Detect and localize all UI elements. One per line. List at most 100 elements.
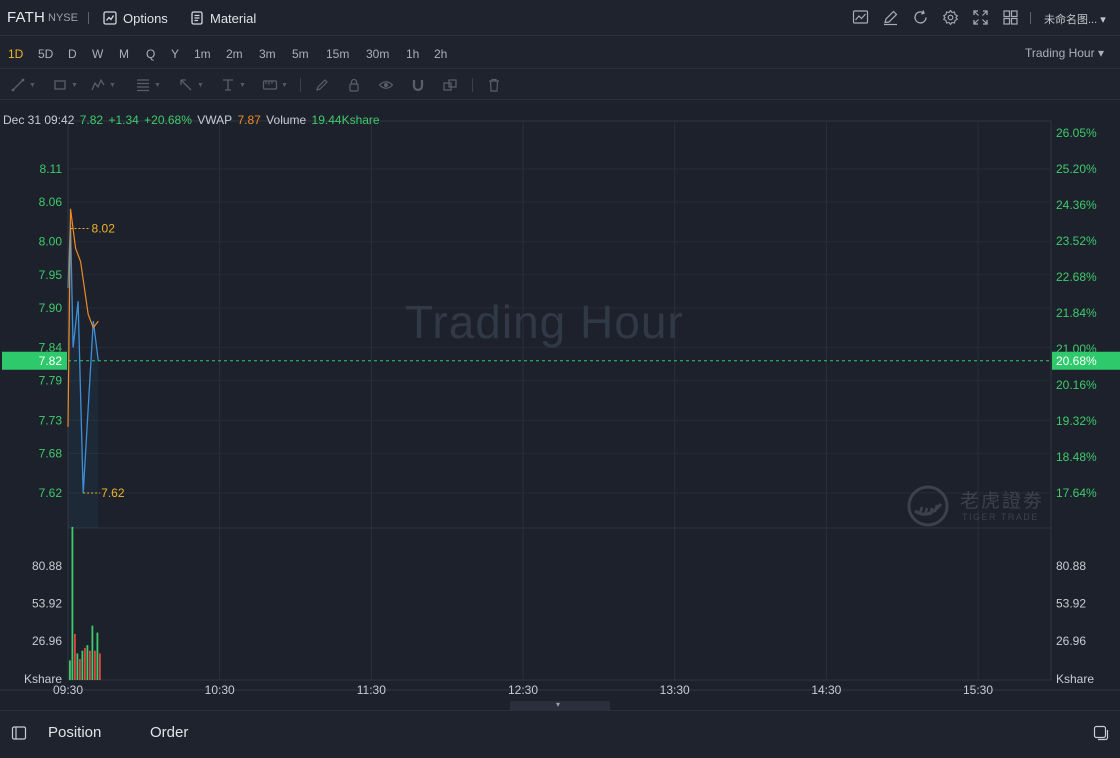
edit-icon[interactable] <box>882 9 899 26</box>
grid-layout-icon[interactable] <box>1002 9 1019 26</box>
percent-axis-label: 25.20% <box>1056 162 1097 176</box>
refresh-icon[interactable] <box>912 9 929 26</box>
magnet-icon[interactable] <box>410 77 426 93</box>
chart-icon[interactable] <box>852 9 869 26</box>
volume-label: Volume <box>266 113 307 127</box>
divider <box>300 78 301 92</box>
volume-bar <box>91 625 94 680</box>
timeframe-m[interactable]: M <box>119 47 129 61</box>
price-chart[interactable]: 8.118.068.007.957.907.847.797.737.687.62… <box>0 101 1120 701</box>
timeframe-1m[interactable]: 1m <box>194 47 211 61</box>
lock-icon[interactable] <box>346 77 362 93</box>
chevron-down-icon: ▾ <box>1100 14 1106 26</box>
price-axis-label: 8.06 <box>39 195 63 209</box>
price-axis-label: 7.95 <box>39 268 63 282</box>
volume-bar <box>89 650 91 680</box>
tiger-trade-logo: 老虎證劵 TIGER TRADE <box>906 484 1051 528</box>
volume-bar <box>76 653 79 680</box>
tab-position[interactable]: Position <box>48 724 101 741</box>
timeframe-1d[interactable]: 1D <box>8 47 23 61</box>
session-select[interactable]: Trading Hour ▾ <box>1025 46 1104 60</box>
time-axis-label: 09:30 <box>53 683 83 697</box>
time-axis-label: 10:30 <box>205 683 235 697</box>
clone-icon[interactable] <box>442 77 458 93</box>
volume-bar <box>81 650 84 680</box>
divider <box>1030 12 1031 24</box>
time-axis-label: 13:30 <box>660 683 690 697</box>
timeframe-d[interactable]: D <box>68 47 77 61</box>
timeframe-w[interactable]: W <box>92 47 103 61</box>
timeframe-y[interactable]: Y <box>171 47 179 61</box>
bottom-panel: Position Order <box>0 710 1120 758</box>
timeframe-5m[interactable]: 5m <box>292 47 309 61</box>
price-axis-label: 8.11 <box>40 162 63 176</box>
time-axis-label: 15:30 <box>963 683 993 697</box>
timeframe-15m[interactable]: 15m <box>326 47 349 61</box>
timeframe-5d[interactable]: 5D <box>38 47 53 61</box>
percent-axis-label: 22.68% <box>1056 270 1097 284</box>
layout-name-dropdown[interactable]: 未命名图... ▾ <box>1044 11 1106 27</box>
price-axis-label: 7.62 <box>39 486 63 500</box>
session-watermark: Trading Hour <box>405 296 684 348</box>
fullscreen-icon[interactable] <box>972 9 989 26</box>
quote-change: +1.34 <box>108 113 139 127</box>
timeframe-q[interactable]: Q <box>146 47 155 61</box>
price-axis-label: 7.73 <box>39 413 63 427</box>
price-axis-label: 8.00 <box>39 235 63 249</box>
divider <box>88 12 89 24</box>
panel-toggle-icon[interactable] <box>11 725 27 741</box>
copy-window-icon[interactable] <box>1093 725 1109 741</box>
volume-bar <box>71 526 74 680</box>
line-tool-icon[interactable]: ▼ <box>10 77 36 93</box>
time-axis-label: 14:30 <box>811 683 841 697</box>
chart-area[interactable]: 8.11 8.06 8.00 7.95 7.90 7.84 7.79 7.73 7.68 7.62… <box>0 101 1120 701</box>
percent-axis-label: 24.36% <box>1056 198 1097 212</box>
logo-text-en: TIGER TRADE <box>962 512 1039 522</box>
low-annotation: 7.62 <box>101 486 125 500</box>
time-axis-label: 12:30 <box>508 683 538 697</box>
pattern-tool-icon[interactable]: ▼ <box>90 77 116 93</box>
pencil-icon[interactable] <box>314 77 330 93</box>
timeframe-2m[interactable]: 2m <box>226 47 243 61</box>
arrow-tool-icon[interactable]: ▼ <box>178 77 204 93</box>
time-axis-label: 11:30 <box>357 683 386 697</box>
high-annotation: 8.02 <box>92 222 116 236</box>
volume-bar <box>86 645 89 680</box>
eye-icon[interactable] <box>378 77 394 93</box>
volume-bar <box>96 632 99 680</box>
tab-order[interactable]: Order <box>150 724 188 741</box>
timeframe-1h[interactable]: 1h <box>406 47 419 61</box>
symbol-ticker[interactable]: FATH <box>7 9 45 26</box>
volume-bar <box>84 647 86 680</box>
volume-axis-label-right: 26.96 <box>1056 634 1086 648</box>
trash-icon[interactable] <box>486 77 502 93</box>
fib-tool-icon[interactable]: ▼ <box>135 77 161 93</box>
settings-icon[interactable] <box>942 9 959 26</box>
top-toolbar: FATH NYSE Options Material 未命名图... ▾ <box>0 0 1120 36</box>
price-axis-label: 7.90 <box>39 301 63 315</box>
current-percent-label: 20.68% <box>1056 354 1097 368</box>
volume-bar <box>79 659 81 680</box>
percent-axis-label: 19.32% <box>1056 414 1097 428</box>
panel-collapse-tab[interactable]: ▾ <box>510 700 610 710</box>
quote-datetime: Dec 31 09:42 <box>3 113 75 127</box>
text-tool-icon[interactable]: ▼ <box>220 77 246 93</box>
timeframe-2h[interactable]: 2h <box>434 47 447 61</box>
volume-bar <box>94 650 96 680</box>
material-button[interactable]: Material <box>190 9 256 27</box>
volume-axis-label: 80.88 <box>32 559 62 573</box>
volume-unit-label-right: Kshare <box>1056 672 1094 686</box>
options-button[interactable]: Options <box>103 9 168 27</box>
rectangle-tool-icon[interactable]: ▼ <box>52 77 78 93</box>
options-label: Options <box>123 10 168 26</box>
measure-tool-icon[interactable]: ▼ <box>262 77 288 93</box>
timeframe-30m[interactable]: 30m <box>366 47 389 61</box>
timeframe-3m[interactable]: 3m <box>259 47 276 61</box>
material-label: Material <box>210 10 257 26</box>
price-axis-label: 7.79 <box>39 374 63 388</box>
percent-axis-label: 23.52% <box>1056 234 1097 248</box>
volume-axis-label: 26.96 <box>32 634 62 648</box>
drawing-toolbar: ▼ ▼ ▼ ▼ ▼ ▼ ▼ <box>0 70 1120 100</box>
volume-axis-label: 53.92 <box>32 597 62 611</box>
percent-axis-label: 26.05% <box>1056 126 1097 140</box>
